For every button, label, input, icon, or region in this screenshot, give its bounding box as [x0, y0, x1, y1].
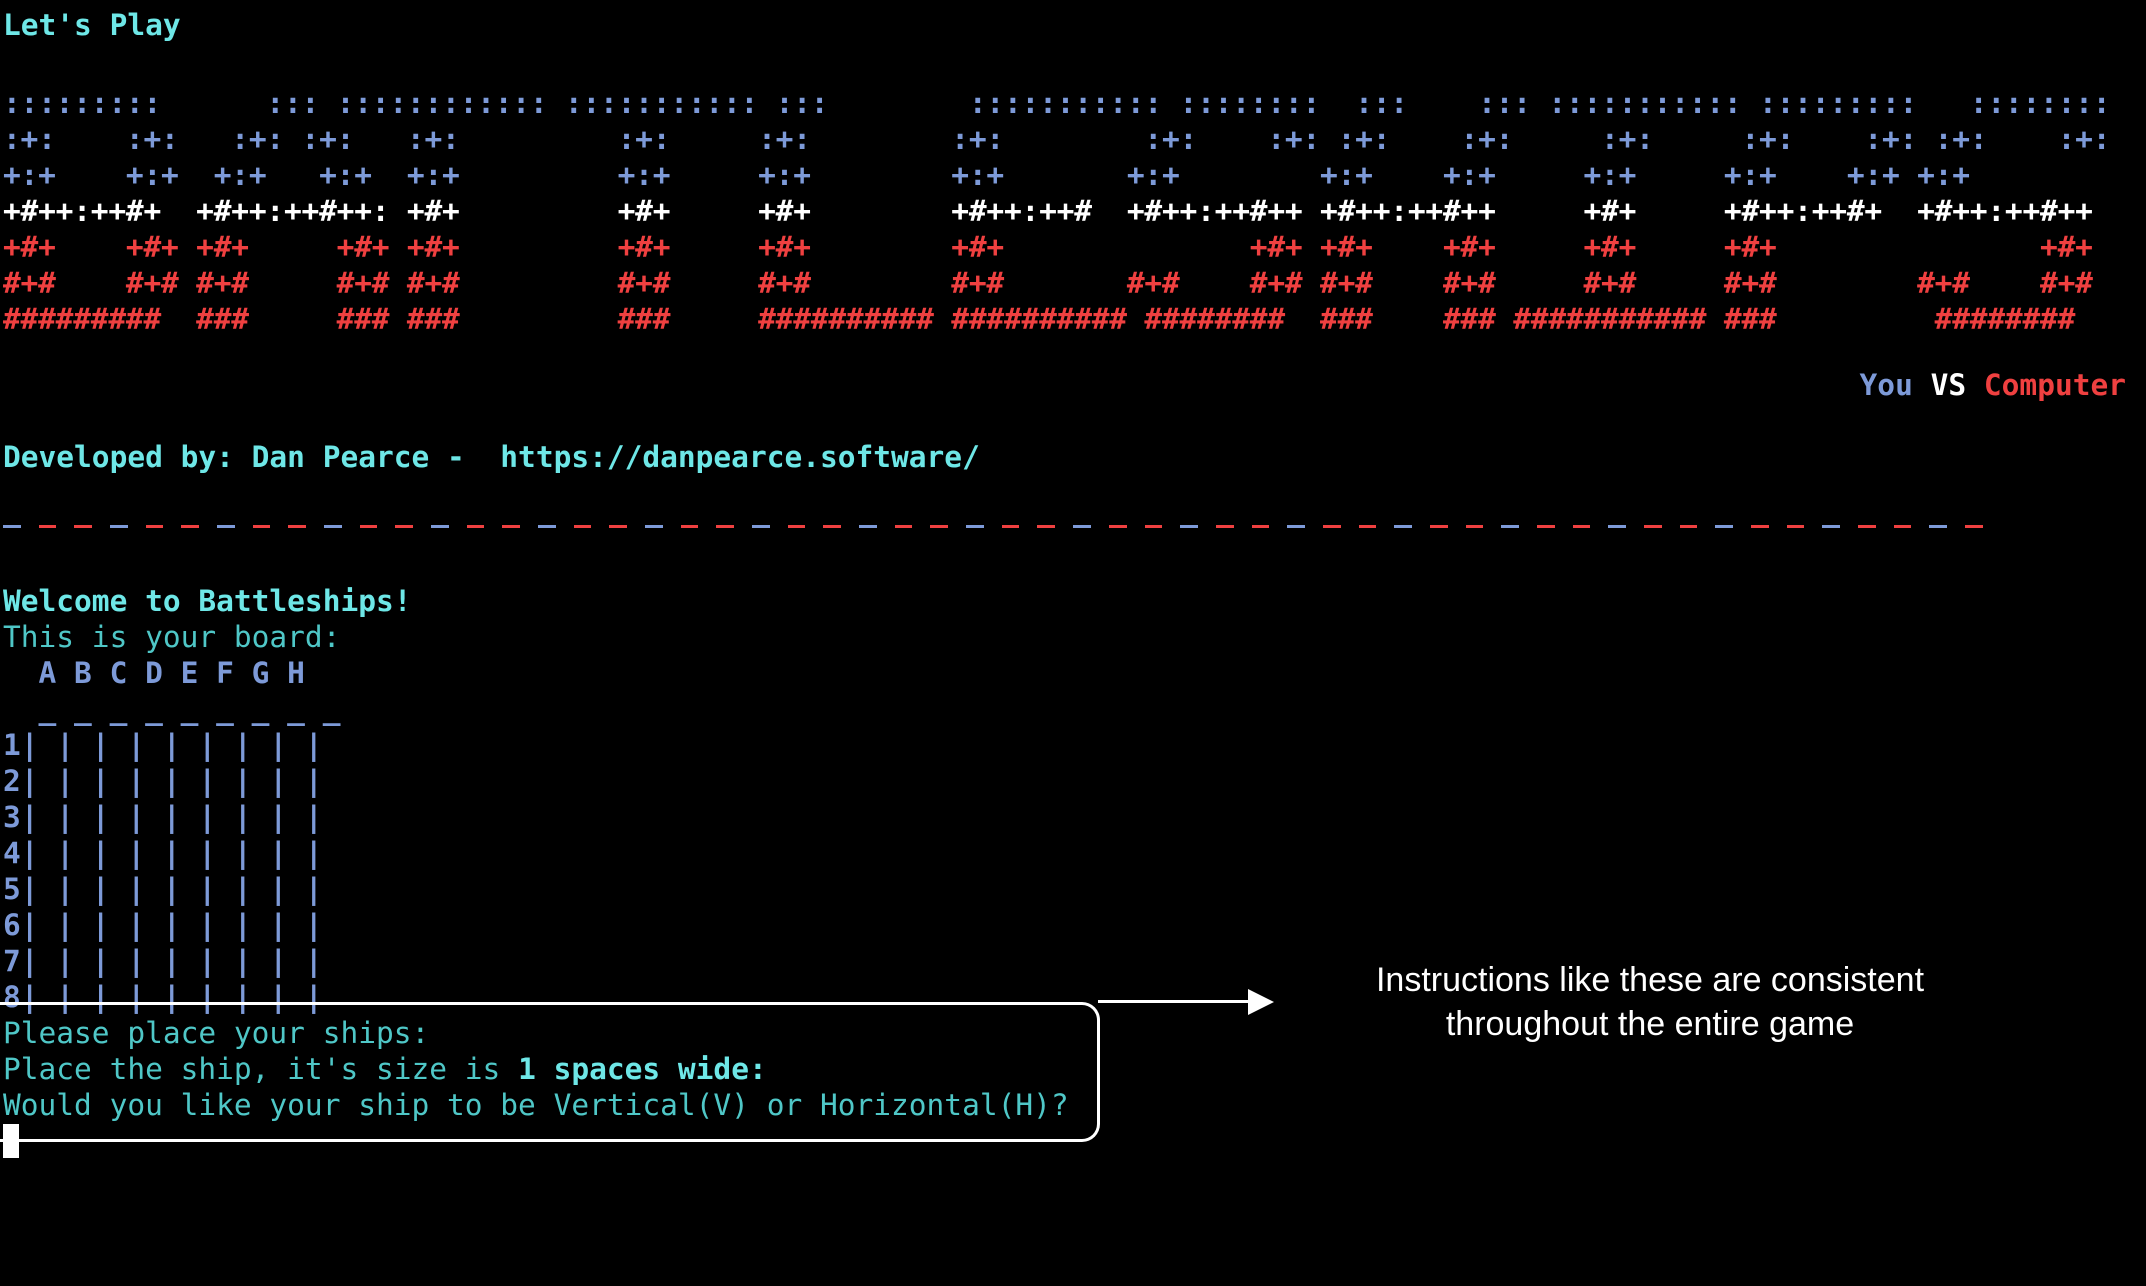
annotation-arrow-icon	[1248, 989, 1274, 1015]
divider-dash	[74, 525, 93, 528]
divider-dash	[181, 525, 200, 528]
divider-dash	[110, 525, 128, 528]
section-divider	[3, 525, 2001, 530]
divider-dash	[680, 525, 699, 528]
divider-dash	[1679, 525, 1698, 528]
divider-dash	[1180, 525, 1198, 528]
divider-dash	[1215, 525, 1234, 528]
divider-dash	[1643, 525, 1662, 528]
divider-dash	[359, 525, 378, 528]
divider-dash	[1108, 525, 1127, 528]
divider-dash	[1893, 525, 1912, 528]
divider-dash	[1001, 525, 1020, 528]
divider-dash	[894, 525, 913, 528]
divider-dash	[1287, 525, 1305, 528]
computer-label: Computer	[1983, 368, 2126, 402]
board-row: 5| | | | | | | | |	[3, 872, 323, 906]
divider-dash	[1572, 525, 1591, 528]
battleships-ascii-banner: ::::::::: ::: :::::::::::: ::::::::::: :…	[3, 85, 2110, 337]
divider-dash	[1073, 525, 1091, 528]
banner-line: ######### ### ### ### ### ########## ###…	[3, 302, 2076, 336]
versus-label: You VS Computer	[1860, 367, 2126, 403]
divider-dash	[787, 525, 806, 528]
board-column-headers: A B C D E F G H	[3, 656, 305, 690]
banner-line: +:+ +:+ +:+ +:+ +:+ +:+ +:+ +:+ +:+ +:+ …	[3, 158, 1970, 192]
divider-dash	[1144, 525, 1163, 528]
divider-dash	[573, 525, 592, 528]
board-row: 2| | | | | | | | |	[3, 764, 323, 798]
divider-dash	[1501, 525, 1519, 528]
divider-dash	[716, 525, 735, 528]
divider-dash	[1251, 525, 1270, 528]
banner-line: :+: :+: :+: :+: :+: :+: :+: :+: :+: :+: …	[3, 122, 2111, 156]
divider-dash	[609, 525, 628, 528]
annotation-box	[0, 1002, 1100, 1142]
you-label: You	[1859, 368, 1913, 402]
divider-dash	[324, 525, 342, 528]
divider-dash	[1964, 525, 1983, 528]
banner-line: ::::::::: ::: :::::::::::: ::::::::::: :…	[3, 86, 2111, 120]
divider-dash	[1608, 525, 1626, 528]
board-row: 7| | | | | | | | |	[3, 944, 323, 978]
divider-dash	[1322, 525, 1341, 528]
divider-dash	[538, 525, 556, 528]
divider-dash	[431, 525, 449, 528]
divider-dash	[1750, 525, 1769, 528]
divider-dash	[859, 525, 877, 528]
welcome-title: Welcome to Battleships!	[3, 584, 412, 618]
banner-line: +#+ +#+ +#+ +#+ +#+ +#+ +#+ +#+ +#+ +#+ …	[3, 230, 2093, 264]
divider-dash	[466, 525, 485, 528]
board-intro: This is your board:	[3, 620, 341, 654]
developer-credit: Developed by: Dan Pearce - https://danpe…	[3, 440, 980, 474]
divider-dash	[288, 525, 307, 528]
divider-dash	[966, 525, 984, 528]
divider-dash	[752, 525, 770, 528]
divider-dash	[1822, 525, 1840, 528]
board-row: 4| | | | | | | | |	[3, 836, 323, 870]
board-row: 3| | | | | | | | |	[3, 800, 323, 834]
divider-dash	[823, 525, 842, 528]
divider-dash	[1536, 525, 1555, 528]
divider-dash	[502, 525, 521, 528]
divider-dash	[217, 525, 235, 528]
divider-dash	[645, 525, 663, 528]
divider-dash	[1929, 525, 1947, 528]
banner-line: +#++:++#+ +#++:++#++: +#+ +#+ +#+ +#++:+…	[3, 194, 2093, 228]
divider-dash	[252, 525, 271, 528]
vs-label: VS	[1930, 368, 1967, 402]
divider-dash	[395, 525, 414, 528]
page-title: Let's Play	[3, 8, 181, 42]
divider-dash	[1429, 525, 1448, 528]
divider-dash	[145, 525, 164, 528]
divider-dash	[930, 525, 949, 528]
annotation-arrow-line	[1098, 1000, 1258, 1003]
banner-line: #+# #+# #+# #+# #+# #+# #+# #+# #+# #+# …	[3, 266, 2093, 300]
board-row: 1| | | | | | | | |	[3, 728, 323, 762]
divider-dash	[3, 525, 21, 528]
divider-dash	[1394, 525, 1412, 528]
divider-dash	[1786, 525, 1805, 528]
divider-dash	[1465, 525, 1484, 528]
divider-dash	[1715, 525, 1733, 528]
divider-dash	[1358, 525, 1377, 528]
divider-dash	[38, 525, 57, 528]
divider-dash	[1037, 525, 1056, 528]
annotation-text: Instructions like these are consistent t…	[1375, 961, 1925, 1043]
divider-dash	[1857, 525, 1876, 528]
board-top-border: _ _ _ _ _ _ _ _ _	[3, 692, 341, 726]
board-row: 6| | | | | | | | |	[3, 908, 323, 942]
